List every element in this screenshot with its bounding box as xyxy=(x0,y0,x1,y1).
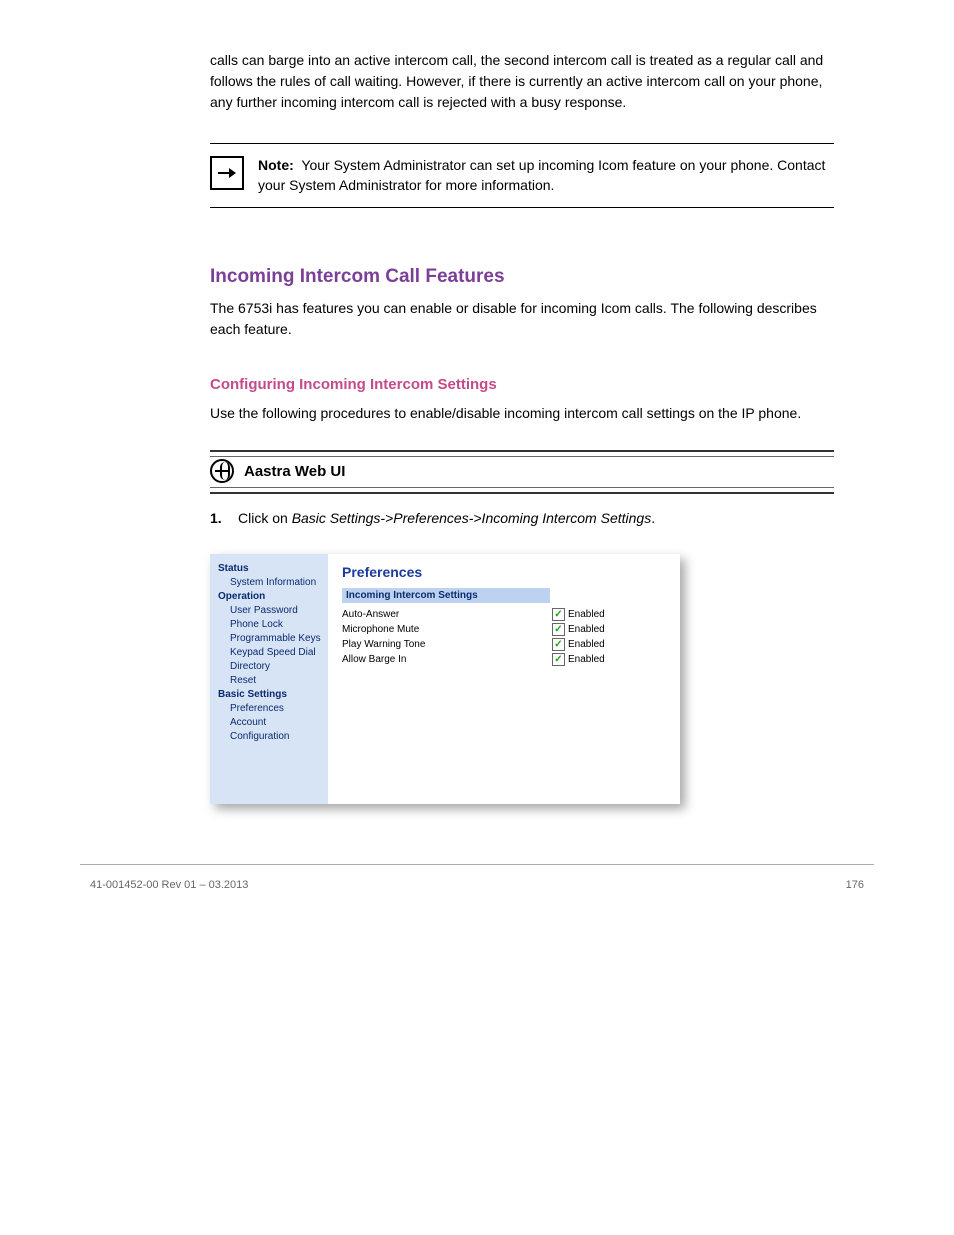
sub-section-title-configuring: Configuring Incoming Intercom Settings xyxy=(210,376,834,393)
setting-checkbox-wrap-1: ✓Enabled xyxy=(552,623,605,636)
setting-enabled-text-1: Enabled xyxy=(568,624,605,635)
setting-checkbox-wrap-3: ✓Enabled xyxy=(552,653,605,666)
sidebar-operation-item-0[interactable]: User Password xyxy=(218,604,322,618)
preferences-screenshot: Status System Information Operation User… xyxy=(210,554,680,804)
checkbox-1[interactable]: ✓ xyxy=(552,623,565,636)
setting-label-3: Allow Barge In xyxy=(342,654,552,665)
step-text: Click on Basic Settings->Preferences->In… xyxy=(238,510,655,526)
double-rule-top xyxy=(210,450,834,457)
note-rule-bottom xyxy=(210,207,834,208)
note-row: Note: Your System Administrator can set … xyxy=(210,150,834,201)
section-body: The 6753i has features you can enable or… xyxy=(210,298,834,340)
setting-label-0: Auto-Answer xyxy=(342,609,552,620)
note-label: Note: xyxy=(258,157,294,173)
setting-checkbox-wrap-0: ✓Enabled xyxy=(552,608,605,621)
arrow-right-icon xyxy=(210,156,244,190)
note-body: Your System Administrator can set up inc… xyxy=(258,157,825,193)
setting-label-1: Microphone Mute xyxy=(342,624,552,635)
sidebar-basic-item-0[interactable]: Preferences xyxy=(218,702,322,716)
note-text: Note: Your System Administrator can set … xyxy=(258,156,834,195)
setting-enabled-text-0: Enabled xyxy=(568,609,605,620)
globe-icon xyxy=(210,459,234,483)
sidebar-operation-item-2[interactable]: Programmable Keys xyxy=(218,632,322,646)
checkbox-2[interactable]: ✓ xyxy=(552,638,565,651)
setting-checkbox-wrap-2: ✓Enabled xyxy=(552,638,605,651)
web-ui-label: Aastra Web UI xyxy=(244,463,345,480)
web-ui-heading: Aastra Web UI xyxy=(210,457,834,485)
sidebar-basic-header[interactable]: Basic Settings xyxy=(218,688,322,702)
footer-rule xyxy=(80,864,874,865)
sidebar-operation-item-5[interactable]: Reset xyxy=(218,674,322,688)
sidebar-status-item-0[interactable]: System Information xyxy=(218,576,322,590)
section-title-incoming-intercom-features: Incoming Intercom Call Features xyxy=(210,266,834,288)
setting-enabled-text-2: Enabled xyxy=(568,639,605,650)
footer-page-number: 176 xyxy=(846,879,864,891)
sidebar-operation-item-4[interactable]: Directory xyxy=(218,660,322,674)
checkbox-0[interactable]: ✓ xyxy=(552,608,565,621)
footer-left: 41-001452-00 Rev 01 – 03.2013 xyxy=(90,879,248,891)
intro-paragraph: calls can barge into an active intercom … xyxy=(210,50,834,113)
step-prefix: Click on xyxy=(238,510,288,526)
sidebar-operation-header[interactable]: Operation xyxy=(218,590,322,604)
preferences-title: Preferences xyxy=(342,564,668,580)
note-rule-top xyxy=(210,143,834,144)
step-path: Basic Settings->Preferences->Incoming In… xyxy=(292,510,652,526)
double-rule-bottom xyxy=(210,487,834,494)
screenshot-sidebar: Status System Information Operation User… xyxy=(210,554,328,804)
step-number: 1. xyxy=(210,510,228,526)
sidebar-operation-item-1[interactable]: Phone Lock xyxy=(218,618,322,632)
sidebar-basic-item-1[interactable]: Account Configuration xyxy=(218,716,322,744)
setting-enabled-text-3: Enabled xyxy=(568,654,605,665)
sidebar-status-header[interactable]: Status xyxy=(218,562,322,576)
sidebar-operation-item-3[interactable]: Keypad Speed Dial xyxy=(218,646,322,660)
sub-section-body: Use the following procedures to enable/d… xyxy=(210,403,834,424)
setting-row-2: Play Warning Tone✓Enabled xyxy=(342,637,668,652)
step-period: . xyxy=(651,510,655,526)
page-footer: 41-001452-00 Rev 01 – 03.2013 176 xyxy=(80,873,874,891)
setting-row-1: Microphone Mute✓Enabled xyxy=(342,622,668,637)
setting-row-3: Allow Barge In✓Enabled xyxy=(342,652,668,667)
screenshot-main: Preferences Incoming Intercom Settings A… xyxy=(328,554,680,804)
incoming-intercom-settings-header: Incoming Intercom Settings xyxy=(342,588,550,603)
checkbox-3[interactable]: ✓ xyxy=(552,653,565,666)
step-1: 1. Click on Basic Settings->Preferences-… xyxy=(210,510,834,526)
setting-label-2: Play Warning Tone xyxy=(342,639,552,650)
setting-row-0: Auto-Answer✓Enabled xyxy=(342,607,668,622)
